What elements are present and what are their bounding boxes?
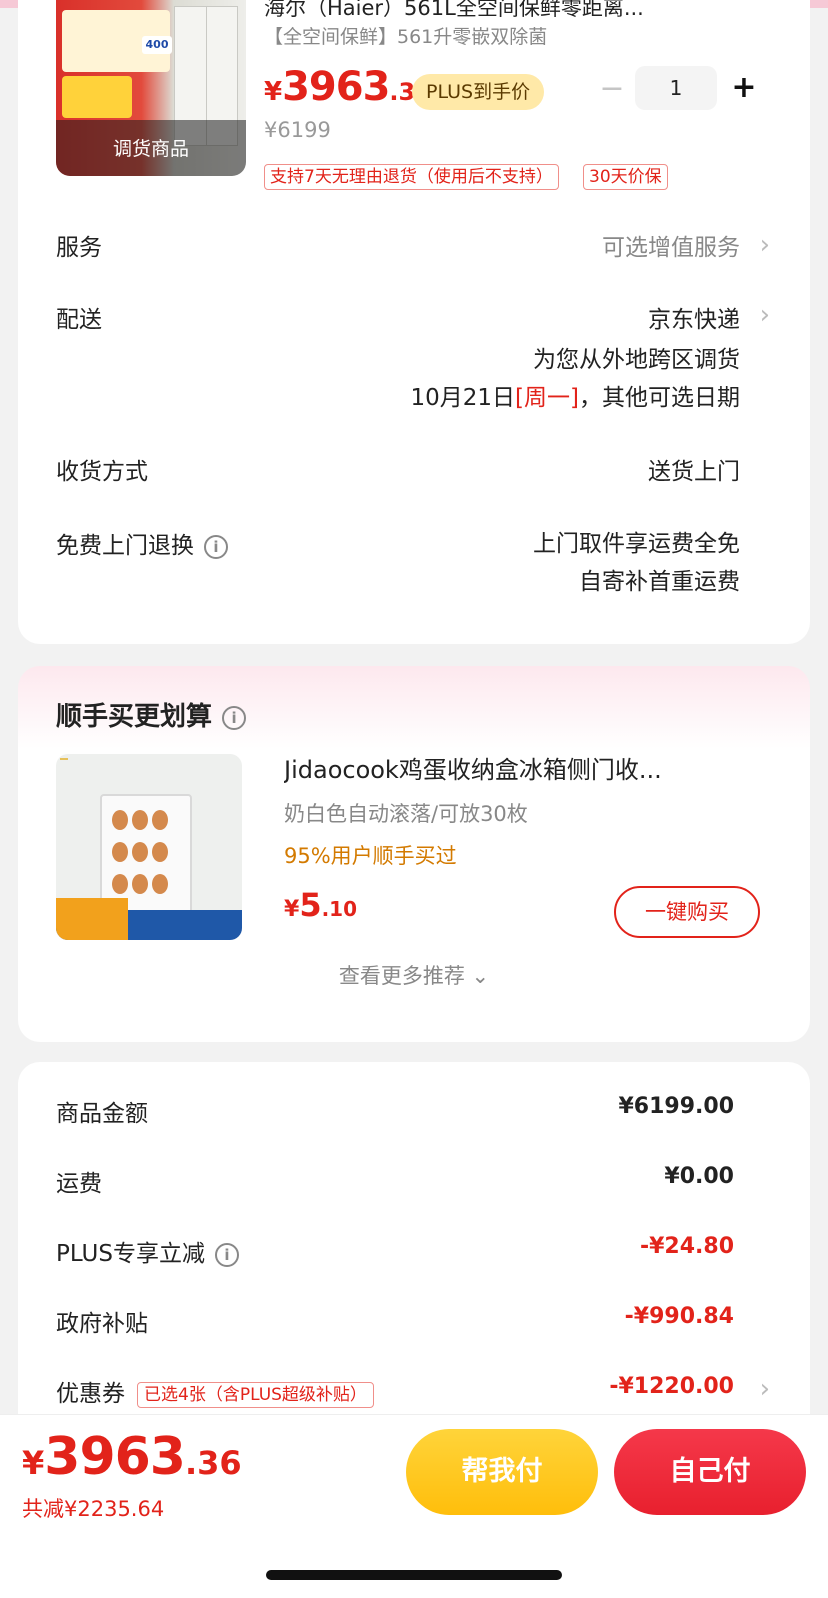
total-decimal: .36 <box>185 1444 242 1482</box>
recommend-heading-text: 顺手买更划算 <box>56 702 213 732</box>
service-value[interactable]: 可选增值服务 <box>602 228 740 262</box>
gov-subsidy-label: 政府补贴 <box>56 1311 148 1337</box>
plus-discount-text: PLUS专享立减 <box>56 1241 205 1267</box>
free-return-label: 免费上门退换 i <box>56 526 228 560</box>
quantity-plus-button[interactable]: + <box>728 70 760 106</box>
image-band-accent <box>56 898 128 940</box>
goods-amount-label: 商品金额 <box>56 1101 148 1127</box>
egg-graphic <box>132 874 148 894</box>
quantity-input[interactable]: 1 <box>635 66 717 110</box>
shipping-value: ¥0.00 <box>664 1164 734 1189</box>
product-title[interactable]: 海尔（Haier）561L全空间保鲜零距离... <box>264 0 784 22</box>
home-indicator-area <box>0 1526 828 1598</box>
coupon-value[interactable]: -¥1220.00 <box>609 1374 734 1399</box>
recommend-price: ¥5.10 <box>284 886 357 924</box>
recommend-title[interactable]: Jidaocook鸡蛋收纳盒冰箱侧门收... <box>284 750 764 785</box>
coupon-tag: 已选4张（含PLUS超级补贴） <box>137 1381 374 1408</box>
coupon-label[interactable]: 优惠券 已选4张（含PLUS超级补贴） <box>56 1374 374 1408</box>
recommend-heading: 顺手买更划算 i <box>56 696 247 733</box>
self-pay-button[interactable]: 自己付 <box>614 1429 806 1515</box>
service-chevron-icon[interactable]: › <box>760 230 770 260</box>
image-promo-block-2 <box>62 76 132 118</box>
free-return-text: 免费上门退换 <box>56 533 194 559</box>
original-price: ¥6199 <box>264 118 331 142</box>
view-more-recommend[interactable]: 查看更多推荐 ⌄ <box>18 960 810 990</box>
service-label: 服务 <box>56 235 102 261</box>
coupon-chevron-icon[interactable]: › <box>760 1374 770 1404</box>
egg-graphic <box>112 874 128 894</box>
egg-graphic <box>132 842 148 862</box>
total-price: ¥3963.36 <box>22 1427 242 1487</box>
image-tag <box>60 758 68 760</box>
recommend-price-currency: ¥ <box>284 897 300 922</box>
delivery-weekday: [周一] <box>515 385 579 411</box>
delivery-chevron-icon[interactable]: › <box>760 300 770 330</box>
receive-method-value: 送货上门 <box>648 459 740 485</box>
price-currency: ¥ <box>264 77 283 107</box>
free-return-line1: 上门取件享运费全免 <box>533 531 740 557</box>
egg-graphic <box>132 810 148 830</box>
product-image[interactable]: 400 调货商品 <box>56 0 246 176</box>
product-image-overlay: 调货商品 <box>56 120 246 176</box>
order-item-card: 400 调货商品 海尔（Haier）561L全空间保鲜零距离... 【全空间保鲜… <box>18 0 810 644</box>
price-protect-tag: 30天价保 <box>583 164 668 190</box>
recommend-price-integer: 5 <box>299 886 322 924</box>
recommend-spec: 奶白色自动滚落/可放30枚 <box>284 802 528 826</box>
egg-graphic <box>152 810 168 830</box>
free-return-line2: 自寄补首重运费 <box>579 569 740 595</box>
shipping-label: 运费 <box>56 1171 102 1197</box>
delivery-method[interactable]: 京东快递 <box>648 300 740 334</box>
receive-method-label: 收货方式 <box>56 459 148 485</box>
delivery-note: 为您从外地跨区调货 <box>533 347 740 373</box>
gov-subsidy-value: -¥990.84 <box>624 1304 734 1329</box>
delivery-date[interactable]: 10月21日[周一]，其他可选日期 <box>411 378 741 412</box>
recommend-card: 顺手买更划算 i Jidaocook鸡蛋收纳盒冰箱侧门收... 奶白色自动滚落/可… <box>18 666 810 1042</box>
plus-price-badge: PLUS到手价 <box>412 74 545 110</box>
help-pay-button[interactable]: 帮我付 <box>406 1429 598 1515</box>
egg-graphic <box>112 842 128 862</box>
coupon-text: 优惠券 <box>56 1381 125 1407</box>
egg-graphic <box>112 810 128 830</box>
egg-graphic <box>152 874 168 894</box>
total-integer: 3963 <box>44 1427 186 1487</box>
delivery-label: 配送 <box>56 307 102 333</box>
image-badge: 400 <box>142 36 172 54</box>
product-subtitle: 【全空间保鲜】561升零嵌双除菌 <box>264 26 548 48</box>
product-price: ¥3963.36 <box>264 64 432 114</box>
plus-discount-value: -¥24.80 <box>639 1234 734 1259</box>
price-integer: 3963 <box>282 64 390 110</box>
home-indicator[interactable] <box>266 1570 562 1580</box>
plus-discount-label: PLUS专享立减 i <box>56 1234 239 1268</box>
egg-graphic <box>152 842 168 862</box>
amount-card: 商品金额 ¥6199.00 运费 ¥0.00 PLUS专享立减 i -¥24.80… <box>18 1062 810 1432</box>
info-icon[interactable]: i <box>214 1242 239 1267</box>
recommend-price-decimal: .10 <box>321 897 358 921</box>
recommend-social-proof: 95%用户顺手买过 <box>284 844 457 868</box>
one-click-buy-button[interactable]: 一键购买 <box>614 886 760 938</box>
recommend-product-image[interactable] <box>56 754 242 940</box>
return-policy-tag: 支持7天无理由退货（使用后不支持） <box>264 164 559 190</box>
checkout-bar: ¥3963.36 共减¥2235.64 帮我付 自己付 <box>0 1414 828 1526</box>
info-icon[interactable]: i <box>222 705 247 730</box>
quantity-minus-button[interactable]: − <box>596 74 628 106</box>
delivery-date-suffix: ，其他可选日期 <box>579 385 740 411</box>
total-saving[interactable]: 共减¥2235.64 <box>22 1493 164 1523</box>
goods-amount-value: ¥6199.00 <box>618 1094 734 1119</box>
delivery-date-day: 10月21日 <box>410 385 516 411</box>
info-icon[interactable]: i <box>204 534 228 559</box>
total-currency: ¥ <box>22 1444 45 1482</box>
